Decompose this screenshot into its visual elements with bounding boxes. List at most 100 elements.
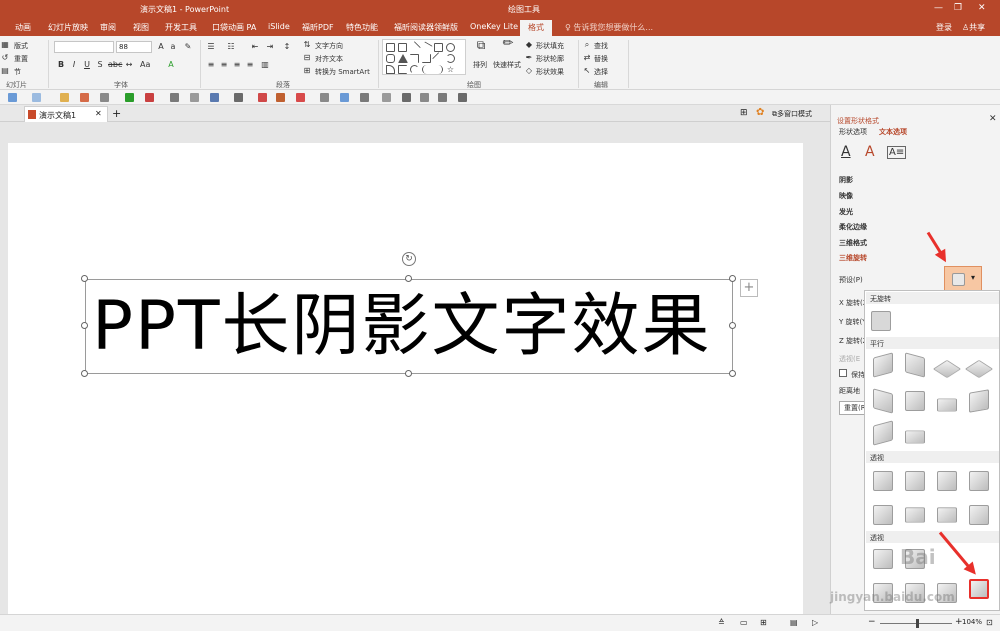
line-spacing-icon[interactable]: ↕ xyxy=(282,42,292,52)
text-effects-icon[interactable]: A xyxy=(865,144,875,160)
char-spacing-icon[interactable]: ↔ xyxy=(124,60,134,70)
qat-tool-icon[interactable] xyxy=(276,93,285,102)
arrow-line-shape-icon[interactable] xyxy=(420,41,433,54)
brace-left-shape-icon[interactable] xyxy=(422,65,431,74)
tell-me-search[interactable]: ♀ 告诉我您想要做什么... xyxy=(565,22,653,33)
qat-tool-icon[interactable] xyxy=(296,93,305,102)
justify-icon[interactable]: ≡ xyxy=(245,60,255,70)
preset-cell[interactable] xyxy=(873,471,893,491)
connector-shape-icon[interactable] xyxy=(410,54,419,63)
align-left-icon[interactable]: ≡ xyxy=(206,60,216,70)
resize-handle[interactable] xyxy=(81,322,88,329)
arc-shape-icon[interactable] xyxy=(446,54,455,63)
zoom-out-icon[interactable]: − xyxy=(868,617,876,627)
increase-indent-icon[interactable]: ⇥ xyxy=(265,42,275,52)
bullets-icon[interactable]: ☰ xyxy=(206,42,216,52)
line-shape-icon[interactable] xyxy=(408,41,421,54)
qat-tool-icon[interactable] xyxy=(80,93,89,102)
resize-handle[interactable] xyxy=(81,275,88,282)
preset-cell[interactable] xyxy=(969,471,989,491)
convert-smartart-button[interactable]: 转换为 SmartArt xyxy=(315,67,370,77)
textbox-shape-icon[interactable] xyxy=(398,43,407,52)
numbering-icon[interactable]: ☷ xyxy=(226,42,236,52)
tab-shape-options[interactable]: 形状选项 xyxy=(839,127,867,137)
slide[interactable] xyxy=(8,143,803,618)
preset-cell[interactable] xyxy=(969,389,989,413)
qat-tool-icon[interactable] xyxy=(8,93,17,102)
preset-cell[interactable] xyxy=(932,359,962,379)
qat-tool-icon[interactable] xyxy=(145,93,154,102)
strikethrough-icon[interactable]: abc xyxy=(108,60,122,70)
shape-fill-button[interactable]: 形状填充 xyxy=(536,41,564,51)
section-soft-edges[interactable]: 柔化边缘 xyxy=(839,222,867,232)
align-right-icon[interactable]: ≡ xyxy=(232,60,242,70)
tab-foxit-pdf[interactable]: 福昕PDF xyxy=(302,22,334,33)
qat-tool-icon[interactable] xyxy=(190,93,199,102)
slideshow-view-icon[interactable]: ▷ xyxy=(812,618,818,627)
qat-tool-icon[interactable] xyxy=(402,93,411,102)
textbox-icon[interactable]: A≡ xyxy=(887,146,907,159)
align-center-icon[interactable]: ≡ xyxy=(219,60,229,70)
bold-icon[interactable]: B xyxy=(56,60,66,70)
preset-cell[interactable] xyxy=(905,471,925,491)
tab-slideshow[interactable]: 幻灯片放映 xyxy=(48,22,88,33)
resize-handle[interactable] xyxy=(81,370,88,377)
qat-tool-icon[interactable] xyxy=(438,93,447,102)
font-size-combo[interactable]: 88 xyxy=(116,41,152,53)
expand-icon[interactable]: ⊞ xyxy=(740,108,748,118)
preset-cell[interactable] xyxy=(905,391,925,411)
shape-outline-button[interactable]: 形状轮廓 xyxy=(536,54,564,64)
curve-shape-icon[interactable] xyxy=(386,65,395,74)
grow-font-icon[interactable]: A xyxy=(156,42,166,52)
tab-text-options[interactable]: 文本选项 xyxy=(879,127,907,137)
resize-handle[interactable] xyxy=(405,275,412,282)
arrange-button[interactable]: 排列 xyxy=(473,60,487,70)
qat-tool-icon[interactable] xyxy=(60,93,69,102)
multi-window-button[interactable]: ⧉多窗口模式 xyxy=(772,109,812,119)
qat-tool-icon[interactable] xyxy=(360,93,369,102)
brace-right-shape-icon[interactable] xyxy=(434,65,443,74)
qat-tool-icon[interactable] xyxy=(170,93,179,102)
preset-cell[interactable] xyxy=(969,505,989,525)
signin-link[interactable]: 登录 xyxy=(936,22,952,33)
preset-no-rotation[interactable] xyxy=(871,311,891,331)
rounded-rect-shape-icon[interactable] xyxy=(386,54,395,63)
close-button[interactable]: ✕ xyxy=(978,3,986,13)
italic-icon[interactable]: I xyxy=(69,60,79,70)
reading-view-icon[interactable]: ▤ xyxy=(790,618,798,627)
tab-format[interactable]: 格式 xyxy=(520,20,552,36)
preset-cell[interactable] xyxy=(873,420,893,446)
qat-tool-icon[interactable] xyxy=(320,93,329,102)
preset-cell[interactable] xyxy=(964,359,994,379)
preset-cell[interactable] xyxy=(937,398,957,412)
pane-close-icon[interactable]: ✕ xyxy=(989,114,997,124)
qat-tool-icon[interactable] xyxy=(420,93,429,102)
reset-button[interactable]: 重置 xyxy=(14,54,28,64)
settings-icon[interactable]: ✿ xyxy=(756,107,764,118)
resize-handle[interactable] xyxy=(729,275,736,282)
diagonal-shape-icon[interactable] xyxy=(432,52,445,65)
preset-cell[interactable] xyxy=(873,505,893,525)
preset-cell-highlighted[interactable] xyxy=(969,579,989,599)
section-reflection[interactable]: 映像 xyxy=(839,191,853,201)
shape-effects-button[interactable]: 形状效果 xyxy=(536,67,564,77)
oval-shape-icon[interactable] xyxy=(446,43,455,52)
keep-text-flat-checkbox[interactable] xyxy=(839,369,847,377)
select-button[interactable]: 选择 xyxy=(594,67,608,77)
replace-button[interactable]: 替换 xyxy=(594,54,608,64)
columns-icon[interactable]: ▥ xyxy=(260,60,270,70)
minimize-button[interactable]: — xyxy=(934,3,943,13)
restore-button[interactable]: ❐ xyxy=(954,3,962,13)
preset-cell[interactable] xyxy=(873,549,893,569)
add-element-icon[interactable]: + xyxy=(740,279,758,297)
slide-title-text[interactable]: PPT长阴影文字效果 xyxy=(92,283,732,373)
section-glow[interactable]: 发光 xyxy=(839,207,853,217)
tab-islide[interactable]: iSlide xyxy=(268,22,290,31)
align-text-button[interactable]: 对齐文本 xyxy=(315,54,343,64)
qat-tool-icon[interactable] xyxy=(210,93,219,102)
qat-tool-icon[interactable] xyxy=(258,93,267,102)
font-name-combo[interactable] xyxy=(54,41,114,53)
qat-tool-icon[interactable] xyxy=(32,93,41,102)
bracket-shape-icon[interactable] xyxy=(398,65,407,74)
change-case-icon[interactable]: Aa xyxy=(140,60,150,70)
